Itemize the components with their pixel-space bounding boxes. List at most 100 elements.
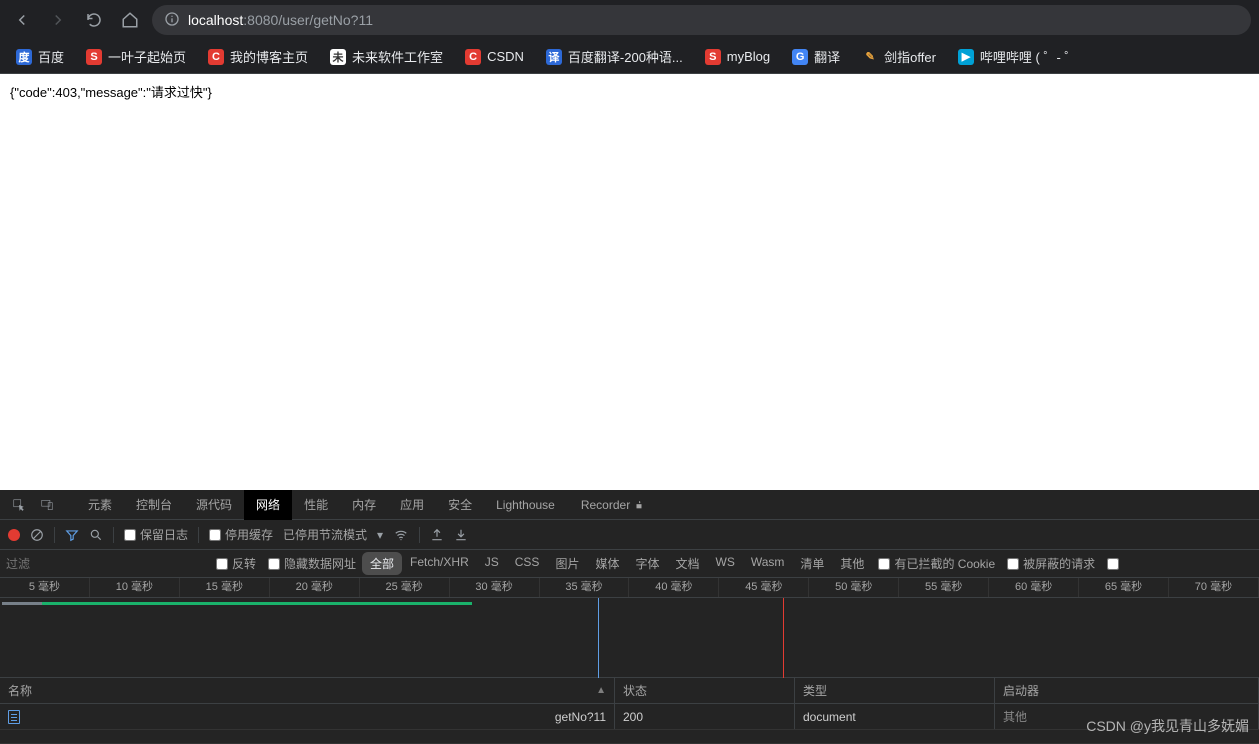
filter-type-Fetch/XHR[interactable]: Fetch/XHR (402, 552, 477, 575)
invert-checkbox[interactable]: 反转 (210, 555, 262, 572)
filter-input[interactable] (0, 555, 210, 573)
site-info-icon[interactable] (164, 11, 180, 30)
device-icon[interactable] (34, 498, 60, 512)
filter-type-清单[interactable]: 清单 (792, 552, 832, 575)
blocked-requests-checkbox[interactable]: 被屏蔽的请求 (1001, 555, 1101, 572)
filter-type-图片[interactable]: 图片 (547, 552, 587, 575)
timeline-tick: 60 毫秒 (989, 578, 1079, 597)
url-bar[interactable]: localhost:8080/user/getNo?11 (152, 5, 1251, 35)
filter-type-CSS[interactable]: CSS (507, 552, 548, 575)
bookmark-label: 一叶子起始页 (108, 47, 186, 66)
table-row[interactable]: getNo?11 200 document 其他 (0, 704, 1259, 730)
filter-type-媒体[interactable]: 媒体 (587, 552, 627, 575)
bookmark-icon: C (208, 49, 224, 65)
tab-内存[interactable]: 内存 (340, 490, 388, 520)
filter-type-其他[interactable]: 其他 (832, 552, 872, 575)
timeline-tick: 35 毫秒 (540, 578, 630, 597)
bookmark-label: CSDN (487, 49, 524, 64)
timeline-tick: 10 毫秒 (90, 578, 180, 597)
download-icon[interactable] (454, 528, 468, 542)
bookmark-item[interactable]: C 我的博客主页 (200, 43, 316, 70)
bookmark-icon: 度 (16, 49, 32, 65)
inspect-icon[interactable] (6, 498, 32, 512)
bookmark-item[interactable]: S 一叶子起始页 (78, 43, 194, 70)
url-host: localhost (188, 12, 243, 28)
bookmark-item[interactable]: 未未来软件工作室 (322, 43, 451, 70)
home-button[interactable] (116, 6, 144, 34)
request-status: 200 (615, 704, 795, 729)
bookmark-label: myBlog (727, 49, 770, 64)
col-status[interactable]: 状态 (615, 678, 795, 703)
timeline-bar-green (42, 602, 472, 605)
tab-安全[interactable]: 安全 (436, 490, 484, 520)
filter-type-Wasm[interactable]: Wasm (743, 552, 793, 575)
timeline-tick: 20 毫秒 (270, 578, 360, 597)
browser-toolbar: localhost:8080/user/getNo?11 (0, 0, 1259, 40)
forward-button[interactable] (44, 6, 72, 34)
bookmark-item[interactable]: ▶ 哔哩哔哩 ( ゜- ゜ (950, 43, 1086, 70)
bookmark-item[interactable]: 译百度翻译-200种语... (538, 43, 691, 70)
timeline-tick: 25 毫秒 (360, 578, 450, 597)
disable-cache-checkbox[interactable]: 停用缓存 (209, 526, 273, 543)
bookmark-icon: S (86, 49, 102, 65)
page-body: {"code":403,"message":"请求过快"} (0, 74, 1259, 452)
tab-recorder[interactable]: Recorder (569, 490, 656, 520)
record-button[interactable] (8, 529, 20, 541)
request-name: getNo?11 (555, 710, 606, 724)
bookmark-item[interactable]: 度百度 (8, 43, 72, 70)
reload-button[interactable] (80, 6, 108, 34)
filter-icon[interactable] (65, 528, 79, 542)
preserve-log-checkbox[interactable]: 保留日志 (124, 526, 188, 543)
network-table-header: 名称▲ 状态 类型 启动器 (0, 678, 1259, 704)
network-toolbar: 保留日志 停用缓存 已停用节流模式 ▾ (0, 520, 1259, 550)
bookmark-item[interactable]: ✎剑指offer (854, 43, 944, 70)
timeline-tick: 65 毫秒 (1079, 578, 1169, 597)
bookmark-label: 百度翻译-200种语... (568, 47, 683, 66)
col-name[interactable]: 名称▲ (0, 678, 615, 703)
upload-icon[interactable] (430, 528, 444, 542)
col-initiator[interactable]: 启动器 (995, 678, 1259, 703)
timeline-line-blue (598, 598, 599, 678)
back-button[interactable] (8, 6, 36, 34)
timeline-tick: 70 毫秒 (1169, 578, 1259, 597)
timeline-tick: 50 毫秒 (809, 578, 899, 597)
filter-type-全部[interactable]: 全部 (362, 552, 402, 575)
watermark: CSDN @y我见青山多妩媚 (1086, 716, 1249, 736)
tab-网络[interactable]: 网络 (244, 490, 292, 520)
bookmark-label: 剑指offer (884, 47, 936, 66)
timeline-tick: 15 毫秒 (180, 578, 270, 597)
bookmark-item[interactable]: G翻译 (784, 43, 848, 70)
filter-type-JS[interactable]: JS (477, 552, 507, 575)
bookmark-label: 百度 (38, 47, 64, 66)
chevron-down-icon[interactable]: ▾ (377, 528, 383, 542)
wifi-icon[interactable] (393, 528, 409, 542)
search-icon[interactable] (89, 528, 103, 542)
sort-icon: ▲ (596, 685, 606, 696)
tab-性能[interactable]: 性能 (292, 490, 340, 520)
timeline-tick: 55 毫秒 (899, 578, 989, 597)
col-type[interactable]: 类型 (795, 678, 995, 703)
bookmark-item[interactable]: C CSDN (457, 45, 532, 69)
blocked-cookies-checkbox[interactable]: 有已拦截的 Cookie (872, 555, 1001, 572)
filter-type-字体[interactable]: 字体 (627, 552, 667, 575)
tab-源代码[interactable]: 源代码 (184, 490, 244, 520)
bookmark-label: 未来软件工作室 (352, 47, 443, 66)
bookmark-icon: S (705, 49, 721, 65)
filter-type-WS[interactable]: WS (708, 552, 743, 575)
bookmark-icon: C (465, 49, 481, 65)
devtools-tabs: 元素控制台源代码网络性能内存应用安全Lighthouse Recorder (0, 490, 1259, 520)
network-timeline[interactable]: 5 毫秒10 毫秒15 毫秒20 毫秒25 毫秒30 毫秒35 毫秒40 毫秒4… (0, 578, 1259, 678)
throttling-select[interactable]: 已停用节流模式 (283, 526, 367, 543)
tab-元素[interactable]: 元素 (76, 490, 124, 520)
bookmark-icon: ▶ (958, 49, 974, 65)
clear-button[interactable] (30, 528, 44, 542)
bookmark-label: 哔哩哔哩 ( ゜- ゜ (980, 47, 1078, 66)
tab-Lighthouse[interactable]: Lighthouse (484, 490, 567, 520)
bookmark-label: 我的博客主页 (230, 47, 308, 66)
tab-应用[interactable]: 应用 (388, 490, 436, 520)
hide-data-urls-checkbox[interactable]: 隐藏数据网址 (262, 555, 362, 572)
bookmark-icon: 未 (330, 49, 346, 65)
filter-type-文档[interactable]: 文档 (667, 552, 707, 575)
bookmark-item[interactable]: SmyBlog (697, 45, 778, 69)
tab-控制台[interactable]: 控制台 (124, 490, 184, 520)
